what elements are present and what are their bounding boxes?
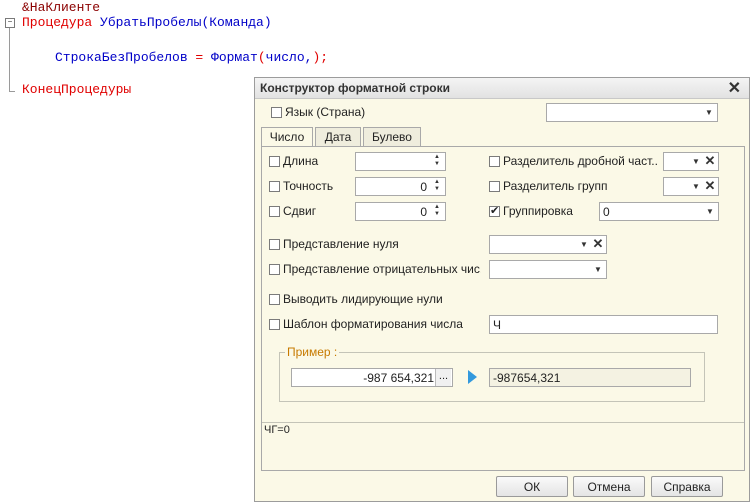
spin-down-icon[interactable]: ▼ (431, 161, 443, 168)
code-line-directive: &НаКлиенте (22, 0, 101, 15)
zero-repr-checkbox[interactable] (269, 239, 280, 250)
grouping-label: Группировка (503, 204, 573, 218)
function-name: Формат (211, 50, 258, 65)
precision-field[interactable]: 0 ▲ ▼ (355, 177, 446, 196)
function-arg: число, (265, 50, 313, 65)
format-string-area: ЧГ=0 (262, 422, 744, 471)
dropdown-arrow-icon[interactable]: ▼ (577, 236, 591, 253)
dialog-title-bar[interactable]: Конструктор форматной строки ✕ (255, 78, 749, 99)
tab-boolean[interactable]: Булево (363, 127, 421, 146)
decimal-separator-checkbox[interactable] (489, 156, 500, 167)
negative-repr-select[interactable]: ▼ (489, 260, 607, 279)
leading-zeros-checkbox[interactable] (269, 294, 280, 305)
length-field[interactable]: ▲ ▼ (355, 152, 446, 171)
clear-icon[interactable]: ✕ (591, 236, 605, 253)
shift-checkbox[interactable] (269, 206, 280, 217)
code-line-assignment: СтрокаБезПробелов = Формат(число,); (55, 50, 328, 65)
help-button[interactable]: Справка (651, 476, 723, 497)
template-label: Шаблон форматирования числа (283, 317, 463, 331)
spin-down-icon[interactable]: ▼ (431, 211, 443, 218)
clear-icon[interactable]: ✕ (703, 178, 717, 195)
spin-up-icon[interactable]: ▲ (431, 204, 443, 211)
format-string-dialog: Конструктор форматной строки ✕ Язык (Стр… (254, 77, 750, 502)
dropdown-arrow-icon[interactable]: ▼ (703, 203, 717, 220)
semicolon: ; (320, 50, 329, 65)
shift-field[interactable]: 0 ▲ ▼ (355, 202, 446, 221)
ok-button[interactable]: ОК (496, 476, 568, 497)
tab-date[interactable]: Дата (315, 127, 361, 146)
code-line-end: КонецПроцедуры (22, 82, 132, 97)
language-checkbox[interactable] (271, 107, 282, 118)
dropdown-arrow-icon[interactable]: ▼ (689, 178, 703, 195)
arrow-right-icon (468, 370, 477, 384)
example-output: -987654,321 (489, 368, 691, 387)
code-line-procedure: Процедура УбратьПробелы(Команда) (22, 15, 272, 30)
assign-operator: = (187, 50, 212, 65)
group-separator-label: Разделитель групп (503, 179, 608, 193)
length-label: Длина (283, 154, 319, 168)
negative-repr-checkbox[interactable] (269, 264, 280, 275)
group-separator-checkbox[interactable] (489, 181, 500, 192)
zero-repr-label: Представление нуля (283, 237, 399, 251)
spin-up-icon[interactable]: ▲ (431, 154, 443, 161)
procedure-args: (Команда) (201, 15, 272, 30)
spin-up-icon[interactable]: ▲ (431, 179, 443, 186)
length-spinner[interactable]: ▲ ▼ (431, 154, 443, 169)
example-input[interactable]: -987 654,321 ... (291, 368, 453, 387)
close-icon[interactable]: ✕ (728, 78, 741, 98)
template-field[interactable]: Ч (489, 315, 718, 334)
zero-repr-field[interactable]: ▼ ✕ (489, 235, 607, 254)
language-select[interactable]: ▼ (546, 103, 718, 122)
precision-spinner[interactable]: ▲ ▼ (431, 179, 443, 194)
clear-icon[interactable]: ✕ (703, 153, 717, 170)
spin-down-icon[interactable]: ▼ (431, 186, 443, 193)
shift-label: Сдвиг (283, 204, 317, 218)
procedure-keyword: Процедура (22, 15, 93, 30)
grouping-select[interactable]: 0 ▼ (599, 202, 719, 221)
fold-gutter: − (5, 18, 15, 92)
cancel-button[interactable]: Отмена (573, 476, 645, 497)
procedure-name: УбратьПробелы (92, 15, 202, 30)
dialog-title: Конструктор форматной строки (260, 81, 451, 95)
template-checkbox[interactable] (269, 319, 280, 330)
precision-label: Точность (283, 179, 334, 193)
language-label: Язык (Страна) (285, 105, 366, 119)
leading-zeros-label: Выводить лидирующие нули (283, 292, 443, 306)
dropdown-arrow-icon[interactable]: ▼ (591, 261, 605, 278)
decimal-separator-field[interactable]: ▼ ✕ (663, 152, 719, 171)
fold-line (9, 28, 10, 92)
format-string-value: ЧГ=0 (264, 424, 290, 436)
variable-name: СтрокаБезПробелов (55, 50, 188, 65)
grouping-checkbox[interactable] (489, 204, 500, 217)
negative-repr-label: Представление отрицательных чис... (283, 262, 481, 276)
group-separator-field[interactable]: ▼ ✕ (663, 177, 719, 196)
dropdown-arrow-icon[interactable]: ▼ (702, 104, 716, 121)
example-select-button[interactable]: ... (435, 369, 451, 386)
example-title: Пример : (285, 345, 340, 359)
shift-spinner[interactable]: ▲ ▼ (431, 204, 443, 219)
fold-end (9, 91, 15, 92)
tab-number[interactable]: Число (261, 127, 313, 147)
open-paren: ( (257, 50, 266, 65)
decimal-separator-label: Разделитель дробной част... (503, 154, 658, 168)
collapse-icon[interactable]: − (5, 18, 15, 28)
length-checkbox[interactable] (269, 156, 280, 167)
dropdown-arrow-icon[interactable]: ▼ (689, 153, 703, 170)
precision-checkbox[interactable] (269, 181, 280, 192)
